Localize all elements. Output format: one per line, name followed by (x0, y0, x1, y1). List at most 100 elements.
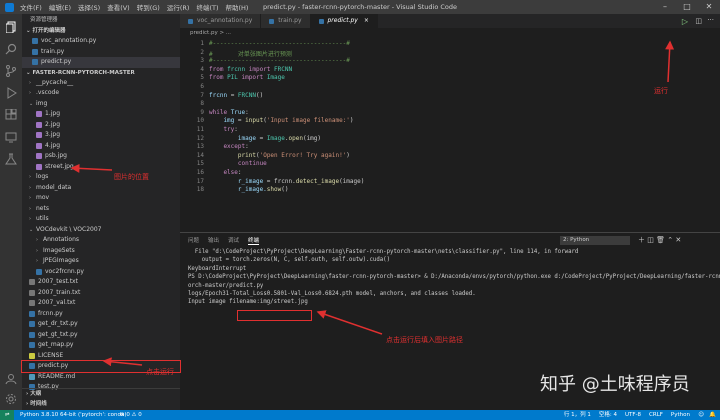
status-item[interactable]: 行 1，列 1 (564, 410, 591, 420)
tree-item[interactable]: › JPEGImages (22, 256, 180, 267)
tree-item[interactable]: voc2frcnn.py (22, 267, 180, 278)
tree-item-label: street.jpg (45, 162, 74, 170)
python-interpreter[interactable]: Python 3.8.10 64-bit ('pytorch': conda) (20, 410, 127, 420)
search-icon[interactable] (4, 42, 18, 56)
code-token: from (209, 65, 228, 73)
status-item[interactable]: 空格: 4 (599, 410, 617, 420)
tree-item[interactable]: › ImageSets (22, 246, 180, 257)
menu-item[interactable]: 选择(S) (78, 2, 100, 12)
settings-gear-icon[interactable] (4, 392, 18, 406)
tree-item-label: get_dr_txt.py (38, 320, 78, 327)
maximize-button[interactable]: □ (676, 0, 698, 14)
tree-item-label: .vscode (36, 89, 60, 96)
split-editor-icon[interactable]: ◫ (695, 17, 702, 25)
folder-section[interactable]: ⌄ FASTER-RCNN-PYTORCH-MASTER (22, 68, 180, 78)
menu-item[interactable]: 运行(R) (167, 2, 190, 12)
annotation-run: 运行 (654, 87, 668, 95)
editor-tab[interactable]: predict.py × (310, 14, 378, 28)
timeline-section[interactable]: › 时间线 (22, 399, 180, 409)
terminal-line: File "d:\CodeProject\PyProject\DeepLearn… (188, 249, 579, 255)
panel-tab[interactable]: 问题 (188, 236, 199, 244)
feedback-icon[interactable]: ☺ (698, 410, 704, 420)
open-editors-section[interactable]: ⌄ 打开的编辑器 (22, 26, 180, 36)
extensions-icon[interactable] (4, 108, 18, 122)
line-number: 9 (200, 108, 204, 116)
tree-item[interactable]: 2007_train.txt (22, 288, 180, 299)
close-panel-icon[interactable]: ✕ (675, 236, 681, 244)
status-item[interactable]: CRLF (649, 410, 663, 420)
breadcrumb[interactable]: predict.py > ... (180, 28, 231, 38)
open-editor-item[interactable]: train.py (22, 47, 180, 58)
more-actions-icon[interactable]: ··· (707, 16, 714, 24)
menu-item[interactable]: 查看(V) (107, 2, 130, 12)
tree-item[interactable]: get_dr_txt.py (22, 319, 180, 330)
chevron-right-icon: › (36, 258, 38, 264)
run-debug-icon[interactable] (4, 86, 18, 100)
chevron-right-icon: › (29, 79, 31, 86)
tree-item[interactable]: 1.jpg (22, 109, 180, 120)
terminal-line: logs/Epoch31-Total_Loss0.5801-Val_Loss0.… (188, 291, 476, 297)
panel-tab[interactable]: 调试 (228, 236, 239, 244)
menu-item[interactable]: 文件(F) (20, 2, 42, 12)
tree-item[interactable]: › __pycache__ (22, 78, 180, 89)
split-terminal-icon[interactable]: ◫ (647, 236, 654, 244)
editor-tab[interactable]: train.py (261, 14, 311, 28)
menu-item[interactable]: 转到(G) (137, 2, 160, 12)
tree-item[interactable]: frcnn.py (22, 309, 180, 320)
line-number: 5 (200, 74, 204, 82)
tree-item[interactable]: 2007_test.txt (22, 277, 180, 288)
tree-item[interactable]: › nets (22, 204, 180, 215)
tree-item[interactable]: get_gt_txt.py (22, 330, 180, 341)
status-item[interactable]: Python (671, 410, 690, 420)
terminal-select[interactable]: 2: Python (560, 236, 630, 245)
menu-item[interactable]: 帮助(H) (225, 2, 248, 12)
tree-item[interactable]: 4.jpg (22, 141, 180, 152)
tree-item[interactable]: ⌄ img (22, 99, 180, 110)
account-icon[interactable] (4, 372, 18, 386)
close-tab-icon[interactable]: × (364, 14, 369, 28)
explorer-icon[interactable] (4, 20, 18, 34)
tree-item[interactable]: 3.jpg (22, 130, 180, 141)
menu-item[interactable]: 编辑(E) (49, 2, 71, 12)
source-control-icon[interactable] (4, 64, 18, 78)
menu-item[interactable]: 终端(T) (196, 2, 218, 12)
kill-terminal-icon[interactable]: 🗑 (656, 236, 665, 244)
tree-item[interactable]: LICENSE (22, 351, 180, 362)
tree-item[interactable]: get_map.py (22, 340, 180, 351)
tree-item[interactable]: › utils (22, 214, 180, 225)
code-line: from PIL import Image (209, 74, 285, 81)
remote-explorer-icon[interactable] (4, 130, 18, 144)
problems-count[interactable]: ⊗ 0 ⚠ 0 (120, 410, 142, 420)
minimize-button[interactable]: – (654, 0, 676, 14)
folder-title: FASTER-RCNN-PYTORCH-MASTER (32, 69, 135, 76)
tree-item[interactable]: street.jpg (22, 162, 180, 173)
tree-item-label: predict.py (38, 362, 69, 369)
run-python-file-icon[interactable]: ▷ (682, 17, 688, 26)
tree-item[interactable]: 2007_val.txt (22, 298, 180, 309)
image-file-icon (36, 163, 42, 170)
testing-flask-icon[interactable] (4, 152, 18, 166)
code-token: Image (266, 74, 285, 82)
open-editor-item[interactable]: voc_annotation.py (22, 36, 180, 47)
close-button[interactable]: ✕ (698, 0, 720, 14)
maximize-panel-icon[interactable]: ⌃ (667, 236, 673, 244)
tree-item[interactable]: psb.jpg (22, 151, 180, 162)
panel-tab[interactable]: 输出 (208, 236, 219, 244)
tree-item[interactable]: › .vscode (22, 88, 180, 99)
panel-tab[interactable]: 终端 (248, 236, 260, 245)
new-terminal-icon[interactable]: ＋ (638, 236, 645, 244)
status-item[interactable]: UTF-8 (625, 410, 641, 420)
line-number: 4 (200, 65, 204, 73)
remote-indicator-icon[interactable]: ⇌ (0, 410, 14, 420)
outline-section[interactable]: › 大纲 (22, 389, 180, 399)
tree-item[interactable]: › model_data (22, 183, 180, 194)
open-editor-item[interactable]: predict.py (22, 57, 180, 68)
tree-item[interactable]: 2.jpg (22, 120, 180, 131)
tree-item[interactable]: ⌄ VOCdevkit \ VOC2007 (22, 225, 180, 236)
tree-item[interactable]: › mov (22, 193, 180, 204)
tree-item[interactable]: › logs (22, 172, 180, 183)
notifications-icon[interactable]: 🔔 (709, 410, 716, 420)
editor-tab[interactable]: voc_annotation.py (180, 14, 262, 28)
code-editor[interactable]: 1 #-------------------------------------#… (180, 38, 720, 230)
tree-item[interactable]: › Annotations (22, 235, 180, 246)
